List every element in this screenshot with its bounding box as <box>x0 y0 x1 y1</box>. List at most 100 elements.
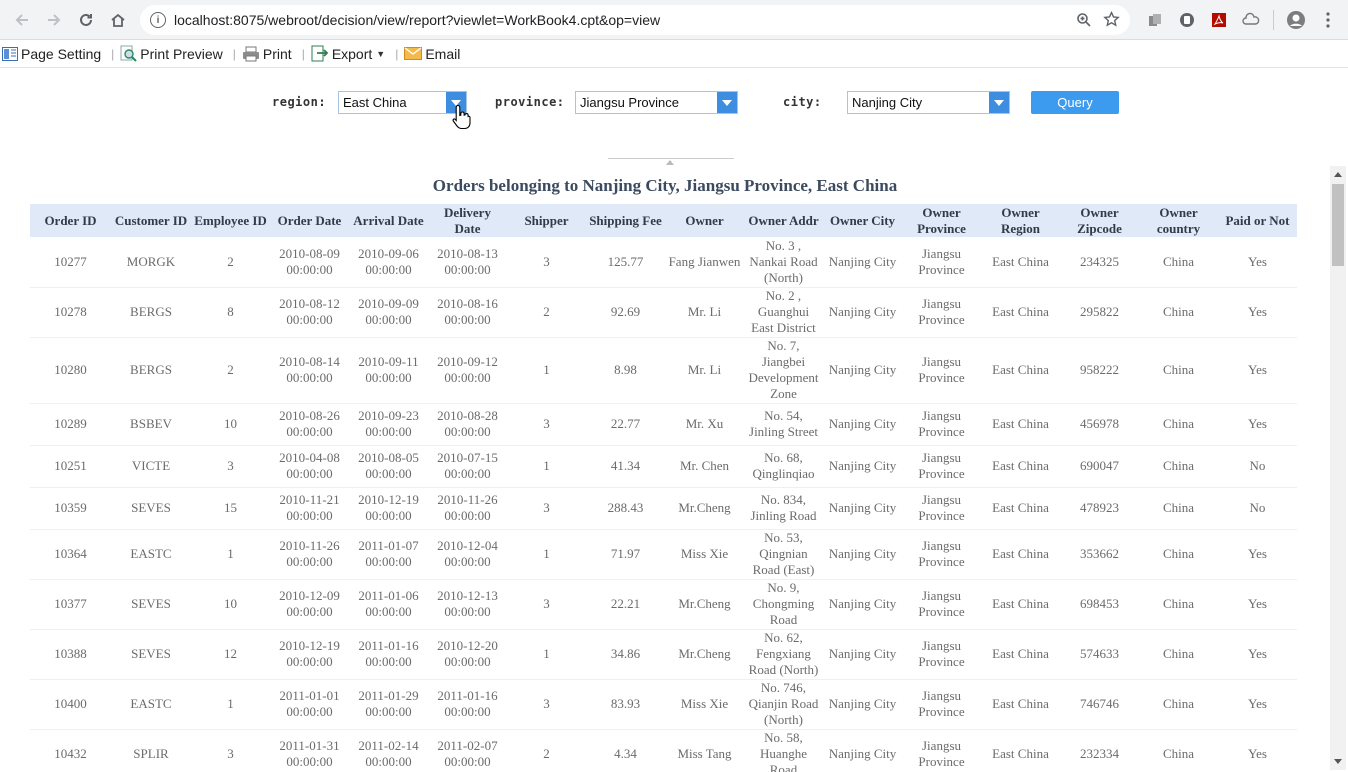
table-cell: 2010-09-11 00:00:00 <box>349 337 428 404</box>
table-cell: 2011-01-16 00:00:00 <box>428 679 507 730</box>
table-cell: East China <box>981 729 1060 772</box>
table-header-row: Order ID Customer ID Employee ID Order D… <box>30 204 1297 237</box>
scroll-down-arrow-icon[interactable] <box>1334 759 1342 764</box>
report-viewer: Orders belonging to Nanjing City, Jiangs… <box>0 158 1330 772</box>
extension-copy-icon[interactable] <box>1139 4 1171 36</box>
table-cell: 2010-09-09 00:00:00 <box>349 287 428 338</box>
scroll-up-arrow-icon[interactable] <box>1334 172 1342 177</box>
address-bar[interactable]: i localhost:8075/webroot/decision/view/r… <box>140 5 1130 35</box>
table-cell: BSBEV <box>111 403 191 446</box>
table-cell: Jiangsu Province <box>902 529 981 580</box>
table-cell: 288.43 <box>586 487 665 530</box>
forward-icon[interactable] <box>38 4 70 36</box>
table-cell: 15 <box>191 487 270 530</box>
reload-icon[interactable] <box>70 4 102 36</box>
province-combobox[interactable]: Jiangsu Province <box>575 91 738 114</box>
report-title: Orders belonging to Nanjing City, Jiangs… <box>432 176 898 195</box>
table-cell: Yes <box>1218 529 1297 580</box>
scrollbar-thumb[interactable] <box>1332 184 1344 266</box>
table-cell: East China <box>981 629 1060 680</box>
table-cell: 2 <box>191 237 270 288</box>
table-cell: East China <box>981 337 1060 404</box>
table-cell: Mr.Cheng <box>665 629 744 680</box>
print-preview-button[interactable]: Print Preview <box>118 42 228 66</box>
table-cell: 1 <box>507 529 586 580</box>
table-cell: Nanjing City <box>823 403 902 446</box>
column-header: Owner Zipcode <box>1060 204 1139 237</box>
table-row: 10277 MORGK 2 2010-08-09 00:00:00 2010-09-06… <box>30 237 1297 288</box>
email-button[interactable]: Email <box>402 42 466 66</box>
table-cell: Mr. Xu <box>665 403 744 446</box>
table-cell: East China <box>981 287 1060 338</box>
table-cell: 746746 <box>1060 679 1139 730</box>
table-cell: Yes <box>1218 729 1297 772</box>
province-dropdown-icon[interactable] <box>717 92 737 113</box>
column-header: Order ID <box>30 204 111 237</box>
table-cell: 10377 <box>30 579 111 630</box>
extension-ghostery-icon[interactable] <box>1171 4 1203 36</box>
table-cell: 125.77 <box>586 237 665 288</box>
home-icon[interactable] <box>102 4 134 36</box>
bookmark-star-icon[interactable] <box>1103 10 1120 31</box>
menu-kebab-icon[interactable] <box>1312 4 1344 36</box>
page-setting-button[interactable]: Page Setting <box>0 42 107 66</box>
table-cell: Mr.Cheng <box>665 579 744 630</box>
print-label: Print <box>262 45 292 62</box>
collapse-arrow-icon <box>666 160 674 165</box>
table-cell: 234325 <box>1060 237 1139 288</box>
table-cell: BERGS <box>111 337 191 404</box>
extension-pdf-icon[interactable] <box>1203 4 1235 36</box>
table-row: 10278 BERGS 8 2010-08-12 00:00:00 2010-09-09… <box>30 287 1297 338</box>
table-cell: 3 <box>507 403 586 446</box>
table-cell: 2 <box>191 337 270 404</box>
print-button[interactable]: Print <box>240 42 298 66</box>
table-cell: 353662 <box>1060 529 1139 580</box>
table-cell: 3 <box>507 579 586 630</box>
report-toolbar: Page Setting | Print Preview | Print | E… <box>0 40 1348 68</box>
city-dropdown-icon[interactable] <box>989 92 1009 113</box>
table-cell: Mr. Li <box>665 287 744 338</box>
region-combobox[interactable]: East China <box>338 91 467 114</box>
extension-cloud-icon[interactable] <box>1235 4 1267 36</box>
table-cell: No. 7, Jiangbei Development Zone <box>744 337 823 404</box>
table-cell: 2010-09-06 00:00:00 <box>349 237 428 288</box>
vertical-scrollbar[interactable] <box>1330 166 1346 770</box>
table-cell: Nanjing City <box>823 529 902 580</box>
table-cell: No. 834, Jinling Road <box>744 487 823 530</box>
collapse-params-toggle[interactable] <box>608 158 734 166</box>
table-cell: 2010-08-14 00:00:00 <box>270 337 349 404</box>
table-cell: No <box>1218 487 1297 530</box>
table-cell: 1 <box>191 679 270 730</box>
table-cell: China <box>1139 287 1218 338</box>
table-cell: Yes <box>1218 337 1297 404</box>
table-cell: East China <box>981 529 1060 580</box>
table-cell: Jiangsu Province <box>902 403 981 446</box>
table-cell: 2010-12-19 00:00:00 <box>270 629 349 680</box>
table-cell: Miss Tang <box>665 729 744 772</box>
table-cell: 2010-12-09 00:00:00 <box>270 579 349 630</box>
column-header: Owner Addr <box>744 204 823 237</box>
table-cell: East China <box>981 487 1060 530</box>
region-value: East China <box>343 95 407 110</box>
column-header: Owner country <box>1139 204 1218 237</box>
table-cell: 574633 <box>1060 629 1139 680</box>
zoom-icon[interactable] <box>1076 12 1092 31</box>
profile-avatar-icon[interactable] <box>1280 4 1312 36</box>
table-cell: 3 <box>191 445 270 488</box>
export-button[interactable]: Export ▼ <box>309 42 391 66</box>
table-cell: 22.77 <box>586 403 665 446</box>
table-cell: 3 <box>191 729 270 772</box>
back-icon[interactable] <box>6 4 38 36</box>
table-cell: China <box>1139 403 1218 446</box>
info-icon[interactable]: i <box>150 12 166 28</box>
column-header: Order Date <box>270 204 349 237</box>
table-cell: No. 68, Qinglinqiao <box>744 445 823 488</box>
table-cell: China <box>1139 679 1218 730</box>
print-preview-label: Print Preview <box>140 45 223 62</box>
table-cell: 22.21 <box>586 579 665 630</box>
table-cell: 478923 <box>1060 487 1139 530</box>
table-cell: SEVES <box>111 629 191 680</box>
city-combobox[interactable]: Nanjing City <box>847 91 1010 114</box>
query-button[interactable]: Query <box>1031 91 1119 114</box>
table-cell: 2010-09-12 00:00:00 <box>428 337 507 404</box>
